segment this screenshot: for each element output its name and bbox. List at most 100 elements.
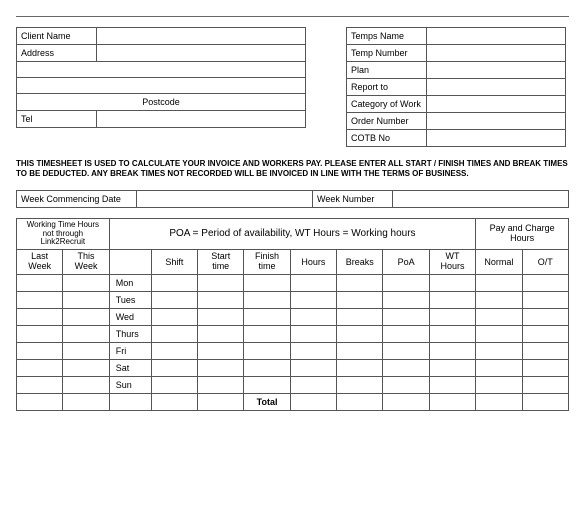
total-hours[interactable] — [290, 393, 336, 410]
shift-cell[interactable] — [151, 308, 197, 325]
lastweek-cell[interactable] — [17, 291, 63, 308]
ot-cell[interactable] — [522, 308, 568, 325]
temps-name-value[interactable] — [427, 28, 566, 45]
normal-cell[interactable] — [476, 342, 522, 359]
shift-cell[interactable] — [151, 325, 197, 342]
shift-cell[interactable] — [151, 376, 197, 393]
total-poa[interactable] — [383, 393, 429, 410]
total-ot[interactable] — [522, 393, 568, 410]
start-cell[interactable] — [198, 325, 244, 342]
finish-cell[interactable] — [244, 274, 290, 291]
wt-hours-header: Working Time Hours not through Link2Recr… — [17, 218, 110, 249]
breaks-cell[interactable] — [337, 308, 383, 325]
wthours-cell[interactable] — [429, 376, 475, 393]
category-value[interactable] — [427, 96, 566, 113]
poa-cell[interactable] — [383, 342, 429, 359]
shift-cell[interactable] — [151, 359, 197, 376]
ot-cell[interactable] — [522, 291, 568, 308]
report-to-value[interactable] — [427, 79, 566, 96]
breaks-cell[interactable] — [337, 291, 383, 308]
wthours-cell[interactable] — [429, 359, 475, 376]
shift-cell[interactable] — [151, 274, 197, 291]
normal-cell[interactable] — [476, 308, 522, 325]
poa-cell[interactable] — [383, 308, 429, 325]
ot-cell[interactable] — [522, 342, 568, 359]
start-cell[interactable] — [198, 274, 244, 291]
poa-cell[interactable] — [383, 376, 429, 393]
normal-cell[interactable] — [476, 359, 522, 376]
thisweek-cell[interactable] — [63, 342, 109, 359]
lastweek-cell[interactable] — [17, 376, 63, 393]
normal-cell[interactable] — [476, 274, 522, 291]
thisweek-cell[interactable] — [63, 325, 109, 342]
ot-cell[interactable] — [522, 274, 568, 291]
address1-value[interactable] — [97, 45, 306, 62]
poa-cell[interactable] — [383, 359, 429, 376]
cotb-value[interactable] — [427, 130, 566, 147]
week-commencing-value[interactable] — [137, 190, 313, 207]
finish-cell[interactable] — [244, 376, 290, 393]
address3-value[interactable] — [17, 78, 306, 94]
normal-cell[interactable] — [476, 291, 522, 308]
normal-cell[interactable] — [476, 376, 522, 393]
lastweek-cell[interactable] — [17, 359, 63, 376]
breaks-cell[interactable] — [337, 376, 383, 393]
breaks-cell[interactable] — [337, 342, 383, 359]
breaks-cell[interactable] — [337, 274, 383, 291]
wthours-cell[interactable] — [429, 291, 475, 308]
total-normal[interactable] — [476, 393, 522, 410]
hours-cell[interactable] — [290, 342, 336, 359]
lastweek-header: Last Week — [17, 250, 63, 275]
plan-value[interactable] — [427, 62, 566, 79]
address2-value[interactable] — [17, 62, 306, 78]
hours-cell[interactable] — [290, 291, 336, 308]
poa-cell[interactable] — [383, 325, 429, 342]
temps-name-label: Temps Name — [347, 28, 427, 45]
thisweek-cell[interactable] — [63, 274, 109, 291]
thisweek-cell[interactable] — [63, 376, 109, 393]
thisweek-cell[interactable] — [63, 359, 109, 376]
poa-cell[interactable] — [383, 291, 429, 308]
start-cell[interactable] — [198, 359, 244, 376]
finish-cell[interactable] — [244, 359, 290, 376]
shift-cell[interactable] — [151, 291, 197, 308]
total-breaks[interactable] — [337, 393, 383, 410]
total-wthours[interactable] — [429, 393, 475, 410]
lastweek-cell[interactable] — [17, 308, 63, 325]
start-cell[interactable] — [198, 308, 244, 325]
breaks-cell[interactable] — [337, 359, 383, 376]
hours-cell[interactable] — [290, 274, 336, 291]
finish-cell[interactable] — [244, 342, 290, 359]
client-name-value[interactable] — [97, 28, 306, 45]
thisweek-cell[interactable] — [63, 308, 109, 325]
start-cell[interactable] — [198, 342, 244, 359]
wthours-cell[interactable] — [429, 308, 475, 325]
lastweek-cell[interactable] — [17, 274, 63, 291]
normal-cell[interactable] — [476, 325, 522, 342]
ot-cell[interactable] — [522, 376, 568, 393]
finish-cell[interactable] — [244, 325, 290, 342]
order-number-value[interactable] — [427, 113, 566, 130]
finish-cell[interactable] — [244, 291, 290, 308]
week-number-value[interactable] — [393, 190, 569, 207]
wthours-cell[interactable] — [429, 342, 475, 359]
shift-cell[interactable] — [151, 342, 197, 359]
wthours-cell[interactable] — [429, 274, 475, 291]
lastweek-cell[interactable] — [17, 342, 63, 359]
poa-cell[interactable] — [383, 274, 429, 291]
start-cell[interactable] — [198, 291, 244, 308]
hours-cell[interactable] — [290, 308, 336, 325]
lastweek-cell[interactable] — [17, 325, 63, 342]
finish-cell[interactable] — [244, 308, 290, 325]
start-cell[interactable] — [198, 376, 244, 393]
temp-number-value[interactable] — [427, 45, 566, 62]
breaks-cell[interactable] — [337, 325, 383, 342]
tel-value[interactable] — [97, 111, 306, 128]
wthours-cell[interactable] — [429, 325, 475, 342]
hours-cell[interactable] — [290, 376, 336, 393]
hours-cell[interactable] — [290, 359, 336, 376]
hours-cell[interactable] — [290, 325, 336, 342]
ot-cell[interactable] — [522, 359, 568, 376]
ot-cell[interactable] — [522, 325, 568, 342]
thisweek-cell[interactable] — [63, 291, 109, 308]
